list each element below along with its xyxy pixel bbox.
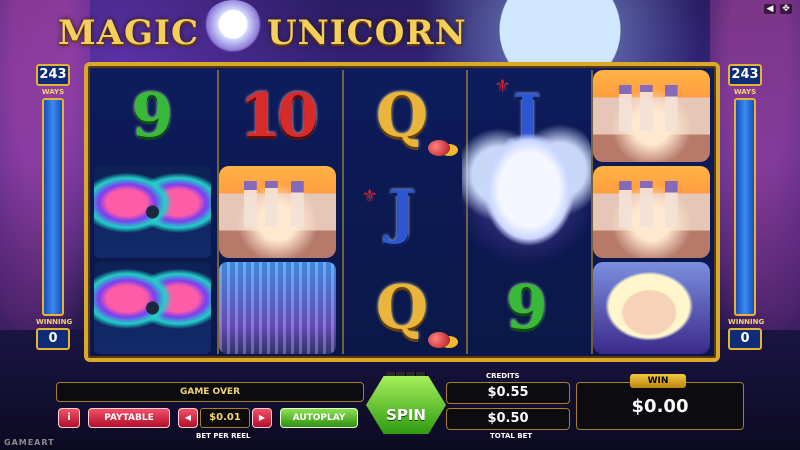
fleur-de-lis-icon: ⚜ [494,76,511,97]
info-button[interactable]: i [58,408,80,428]
symbol-cell [593,70,710,162]
symbol-cell [593,166,710,258]
gameart-logo: GAMEART [4,438,55,447]
symbol-nine: 9 [505,273,548,343]
gems-icon [428,332,451,348]
fleur-de-lis-icon: ⚜ [361,186,378,207]
reel-frame: 9 10 Q ⚜ J Q ⚜ J 9 [84,62,720,362]
unicorn-emblem-icon [203,0,264,54]
waterfall-symbol-icon [218,262,336,354]
total-bet-value: $0.50 [446,408,570,430]
symbol-jack: J [388,178,416,246]
status-message: GAME OVER [56,382,364,402]
ways-bar [734,98,756,316]
winning-count: 0 [36,328,70,350]
symbol-queen: Q [375,273,429,343]
ways-panel-left: 243 WAYS WINNING 0 [36,64,73,364]
reels: 9 10 Q ⚜ J Q ⚜ J 9 [94,70,710,354]
ways-label: WAYS [41,88,65,96]
winning-label: WINNING [36,318,73,326]
logo-text-right: UNICORN [267,13,467,53]
symbol-cell [593,262,710,354]
castle-symbol-icon [218,166,336,258]
symbol-cell [218,166,336,258]
symbol-cell [94,262,211,354]
butterfly-symbol-icon [94,166,211,258]
reel-5 [591,70,710,354]
symbol-nine: 9 [131,81,174,151]
bet-per-reel-value: $0.01 [200,408,250,428]
butterfly-symbol-icon [94,262,211,354]
game-logo: MAGIC UNICORN [58,0,467,56]
bet-decrease-button[interactable]: ◀ [178,408,198,428]
credits-value: $0.55 [446,382,570,404]
ways-count: 243 [36,64,70,86]
symbol-cell: 9 [468,262,585,354]
ways-label: WAYS [733,88,757,96]
spin-label: SPIN [386,406,426,424]
credits-label: CREDITS [486,372,520,380]
logo-text-left: MAGIC [58,13,200,53]
symbol-queen: Q [375,81,429,151]
symbol-cell [218,262,336,354]
paytable-button[interactable]: PAYTABLE [88,408,170,428]
fullscreen-icon[interactable]: ✥ [780,4,792,14]
symbol-cell: 9 [94,70,211,162]
winning-count: 0 [728,328,762,350]
symbol-cell: Q [344,262,461,354]
spin-button[interactable]: SPIN [366,376,446,434]
speaker-icon[interactable]: ◀ [764,4,776,14]
reel-4: ⚜ J 9 [462,70,592,354]
ways-count: 243 [728,64,762,86]
ways-bar [42,98,64,316]
princess-symbol-icon [593,262,710,354]
symbol-cell: Q [344,70,461,162]
total-bet-label: TOTAL BET [490,432,533,440]
symbol-cell: ⚜ J [344,166,461,258]
winning-label: WINNING [728,318,765,326]
bet-per-reel-label: BET PER REEL [196,432,251,440]
castle-symbol-icon [593,70,710,162]
reel-3: Q ⚜ J Q [341,70,461,354]
top-controls: ◀ ✥ [764,4,792,14]
bet-increase-button[interactable]: ▶ [252,408,272,428]
symbol-cell: 10 [219,70,336,162]
symbol-cell [94,166,211,258]
unicorn-wild-symbol-icon [462,122,592,272]
symbol-ten: 10 [239,81,318,151]
win-value: $0.00 [631,396,689,417]
gems-icon [428,140,451,156]
reel-2: 10 [216,70,336,354]
ways-panel-right: 243 WAYS WINNING 0 [728,64,765,364]
reel-1: 9 [94,70,211,354]
autoplay-button[interactable]: AUTOPLAY [280,408,358,428]
win-label: WIN [630,374,686,388]
castle-symbol-icon [593,166,710,258]
